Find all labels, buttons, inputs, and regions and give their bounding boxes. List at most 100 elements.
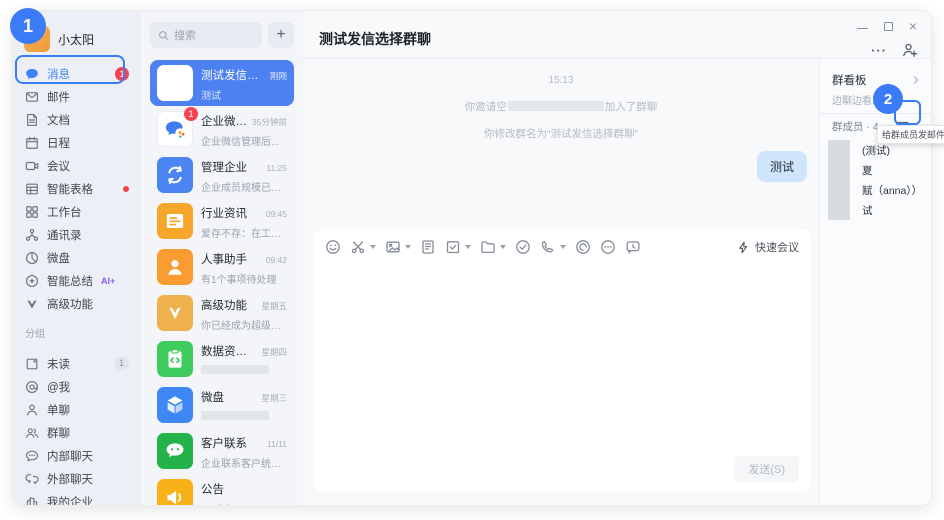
chat-list-item[interactable]: 数据资产交接星期四 [150, 336, 294, 382]
chat-list-item[interactable]: 微盘星期三 [150, 382, 294, 428]
send-button[interactable]: 发送(S) [734, 456, 799, 482]
notification-dot [123, 186, 129, 192]
sidebar-nav: 消息1邮件文档日程会议智能表格工作台通讯录微盘智能总结AI+高级功能 [13, 62, 141, 315]
image-icon[interactable] [385, 239, 401, 255]
sidebar-item-calendar[interactable]: 日程 [13, 131, 141, 154]
sidebar-item-mail[interactable]: 邮件 [13, 85, 141, 108]
chat-item-name: 高级功能 [201, 297, 257, 313]
sidebar-group-internal[interactable]: 内部聊天 [13, 444, 141, 467]
dropdown-caret-icon[interactable] [465, 245, 471, 249]
drive-icon [25, 251, 39, 265]
chat-item-name: 管理企业 [201, 159, 262, 175]
time-divider: 15:13 [303, 75, 819, 86]
chat-items: 测试发信选择群聊刚刚测试1企业微信团队35分钟前企业微信管理后...管理企业11… [150, 60, 294, 506]
sidebar-group-single[interactable]: 单聊 [13, 398, 141, 421]
folder-icon[interactable] [480, 239, 496, 255]
avatar [157, 479, 193, 506]
meeting-icon [25, 159, 39, 173]
mail-icon [25, 90, 39, 104]
message-composer[interactable]: 快速会议 发送(S) [313, 229, 811, 492]
sidebar-group-external[interactable]: 外部聊天 [13, 467, 141, 490]
avatar [157, 157, 193, 193]
dropdown-caret-icon[interactable] [560, 245, 566, 249]
chat-list-item[interactable]: 人事助手09:42有1个事项待处理 [150, 244, 294, 290]
schedule-icon[interactable] [445, 239, 461, 255]
system-message-rename: 你修改群名为“测试发信选择群聊” [303, 126, 819, 141]
group-board-title[interactable]: 群看板 [832, 72, 867, 88]
sidebar-item-docfile[interactable]: 文档 [13, 108, 141, 131]
richdoc-icon[interactable] [420, 239, 436, 255]
sidebar-group-label: @我 [47, 379, 70, 395]
lightning-icon [737, 241, 750, 254]
sidebar-item-premium[interactable]: 高级功能 [13, 292, 141, 315]
sidebar-item-contacts[interactable]: 通讯录 [13, 223, 141, 246]
sidebar-item-label: 高级功能 [47, 296, 93, 312]
sidebar-group-label: 内部聊天 [47, 448, 93, 464]
emoji-icon[interactable] [325, 239, 341, 255]
sidebar-item-drive[interactable]: 微盘 [13, 246, 141, 269]
sidebar-group-enterprise[interactable]: 我的企业 [13, 490, 141, 506]
cube-avatar-icon [157, 387, 193, 423]
vip-avatar-icon [157, 295, 193, 331]
spiral-icon[interactable] [575, 239, 591, 255]
mail-members-tooltip: 给群成员发邮件 [877, 125, 944, 144]
sidebar-item-table[interactable]: 智能表格 [13, 177, 141, 200]
redacted-text-block [508, 101, 604, 111]
chat-item-preview: 企业联系客户统计 ... [201, 455, 287, 470]
dropdown-caret-icon[interactable] [500, 245, 506, 249]
sidebar-group-label: 单聊 [47, 402, 70, 418]
chat-item-time: 星期四 [261, 346, 287, 358]
more-options-icon[interactable]: ··· [871, 43, 887, 58]
chat-item-name: 微盘 [201, 389, 257, 405]
sidebar-group-multi[interactable]: 群聊 [13, 421, 141, 444]
quick-meeting-button[interactable]: 快速会议 [737, 239, 799, 255]
member-avatar-redacted [828, 200, 850, 220]
member-avatar-redacted [828, 180, 850, 200]
sidebar-item-summary[interactable]: 智能总结 AI+ [13, 269, 141, 292]
search-input[interactable]: 搜索 [150, 22, 262, 48]
composer-toolbar: 快速会议 [325, 239, 799, 255]
chat-list-item[interactable]: 行业资讯09:45爱存不存：在工行... [150, 198, 294, 244]
dropdown-caret-icon[interactable] [405, 245, 411, 249]
member-row[interactable]: 夏 [828, 160, 931, 180]
screenshot-icon[interactable] [350, 239, 366, 255]
chat-list-item[interactable]: 公告ss: 你好 [150, 474, 294, 506]
chat-item-time: 35分钟前 [252, 116, 287, 128]
chat-list-item[interactable]: 高级功能星期五你已经成为超级管... [150, 290, 294, 336]
minimize-icon[interactable] [857, 28, 868, 29]
chat-list-item[interactable]: 1企业微信团队35分钟前企业微信管理后... [150, 106, 294, 152]
call-icon[interactable] [540, 239, 556, 255]
member-row[interactable]: 赋（anna）） [828, 180, 931, 200]
sidebar-item-label: 智能总结 [47, 273, 93, 289]
premium-icon [25, 297, 39, 311]
sidebar-item-label: 邮件 [47, 89, 70, 105]
quick-meeting-label: 快速会议 [755, 239, 799, 255]
chat-item-preview: 测试 [201, 87, 287, 102]
redacted-preview [201, 365, 269, 374]
sidebar-group-at[interactable]: @我 [13, 375, 141, 398]
avatar-unread-badge: 1 [184, 107, 198, 121]
new-chat-button[interactable]: + [268, 22, 294, 48]
ai-plus-tag: AI+ [101, 276, 115, 286]
history-icon[interactable] [625, 239, 641, 255]
add-member-icon[interactable] [902, 42, 918, 58]
sidebar-item-meeting[interactable]: 会议 [13, 154, 141, 177]
dropdown-caret-icon[interactable] [370, 245, 376, 249]
sidebar-item-label: 工作台 [47, 204, 82, 220]
chat-list-item[interactable]: 测试发信选择群聊刚刚测试 [150, 60, 294, 106]
member-row[interactable]: 试 [828, 200, 931, 220]
workbench-icon [25, 205, 39, 219]
chat-list-item[interactable]: 客户联系11/11企业联系客户统计 ... [150, 428, 294, 474]
avatar [157, 203, 193, 239]
more-icon[interactable] [600, 239, 616, 255]
chevron-right-icon[interactable] [911, 75, 921, 85]
maximize-icon[interactable] [884, 22, 893, 31]
sidebar-group-unread[interactable]: 未读1 [13, 352, 141, 375]
close-icon[interactable]: × [909, 21, 917, 31]
todo-icon[interactable] [515, 239, 531, 255]
chat-list-item[interactable]: 管理企业11:25企业成员规模已达... [150, 152, 294, 198]
clipboard-avatar-icon [157, 341, 193, 377]
redacted-preview [201, 411, 269, 420]
chat-item-preview: 企业成员规模已达... [201, 179, 287, 194]
sidebar-item-workbench[interactable]: 工作台 [13, 200, 141, 223]
